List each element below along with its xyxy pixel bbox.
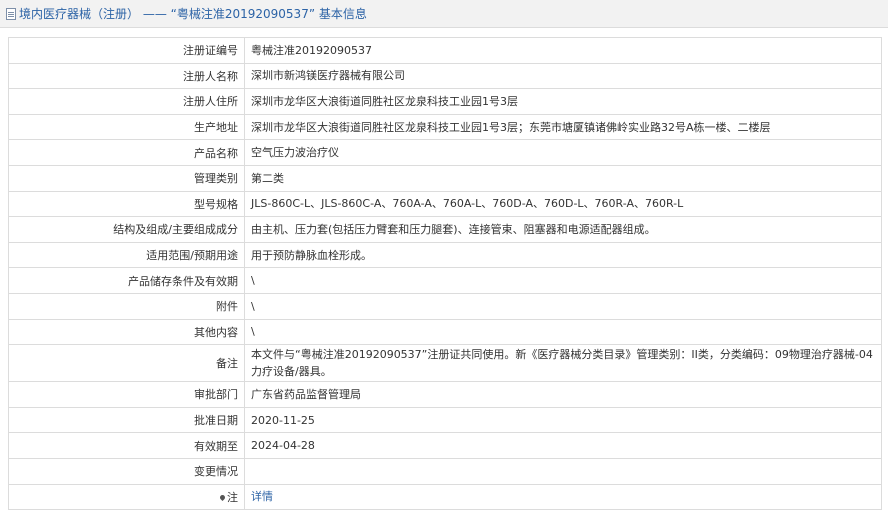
table-row: 产品储存条件及有效期 \ — [8, 267, 882, 294]
row-label: 审批部门 — [8, 381, 245, 408]
table-row: 其他内容 \ — [8, 318, 882, 346]
row-value: \ — [244, 292, 882, 320]
row-label: 变更情况 — [8, 457, 245, 485]
row-value: 空气压力波治疗仪 — [244, 139, 882, 166]
pin-icon — [218, 493, 227, 501]
row-label: 其他内容 — [8, 318, 245, 346]
row-label: 注册人住所 — [8, 88, 245, 115]
table-row: 产品名称 空气压力波治疗仪 — [8, 139, 882, 166]
row-value: 2024-04-28 — [244, 432, 882, 459]
row-value: 粤械注准20192090537 — [244, 37, 882, 64]
details-link[interactable]: 详情 — [251, 490, 273, 503]
row-value: 深圳市龙华区大浪街道同胜社区龙泉科技工业园1号3层；东莞市塘厦镇诸佛岭实业路32… — [244, 113, 882, 141]
detail-table: 注册证编号 粤械注准20192090537 注册人名称 深圳市新鸿镁医疗器械有限… — [8, 37, 882, 511]
table-row: 变更情况 — [8, 457, 882, 485]
row-label: 生产地址 — [8, 113, 245, 141]
table-row: 有效期至 2024-04-28 — [8, 432, 882, 459]
row-label: 批准日期 — [8, 406, 245, 434]
table-row: 审批部门 广东省药品监督管理局 — [8, 381, 882, 408]
row-value: JLS-860C-L、JLS-860C-A、760A-A、760A-L、760D… — [244, 190, 882, 218]
table-row: 注册人名称 深圳市新鸿镁医疗器械有限公司 — [8, 62, 882, 90]
row-value: 第二类 — [244, 164, 882, 192]
table-row: 型号规格 JLS-860C-L、JLS-860C-A、760A-A、760A-L… — [8, 190, 882, 218]
row-label: 注 — [8, 483, 245, 511]
row-value: 2020-11-25 — [244, 406, 882, 434]
row-label: 附件 — [8, 292, 245, 320]
row-label: 适用范围/预期用途 — [8, 241, 245, 269]
note-label: 注 — [227, 490, 238, 504]
row-value: 深圳市新鸿镁医疗器械有限公司 — [244, 62, 882, 90]
row-label: 备注 — [8, 344, 245, 383]
row-label: 管理类别 — [8, 164, 245, 192]
table-row: 结构及组成/主要组成成分 由主机、压力套(包括压力臂套和压力腿套)、连接管束、阻… — [8, 216, 882, 243]
row-value: 本文件与“粤械注准20192090537”注册证共同使用。新《医疗器械分类目录》… — [244, 344, 882, 383]
row-label: 型号规格 — [8, 190, 245, 218]
row-label: 产品储存条件及有效期 — [8, 267, 245, 294]
row-value — [244, 457, 882, 485]
table-row: 生产地址 深圳市龙华区大浪街道同胜社区龙泉科技工业园1号3层；东莞市塘厦镇诸佛岭… — [8, 113, 882, 141]
table-row: 适用范围/预期用途 用于预防静脉血栓形成。 — [8, 241, 882, 269]
row-label: 注册人名称 — [8, 62, 245, 90]
page-header: 境内医疗器械（注册） —— “粤械注准20192090537” 基本信息 — [0, 0, 888, 28]
table-row: 注 详情 — [8, 483, 882, 511]
row-value: 深圳市龙华区大浪街道同胜社区龙泉科技工业园1号3层 — [244, 88, 882, 115]
row-value: 由主机、压力套(包括压力臂套和压力腿套)、连接管束、阻塞器和电源适配器组成。 — [244, 216, 882, 243]
table-row: 附件 \ — [8, 292, 882, 320]
row-label: 注册证编号 — [8, 37, 245, 64]
table-row: 备注 本文件与“粤械注准20192090537”注册证共同使用。新《医疗器械分类… — [8, 344, 882, 383]
row-label: 结构及组成/主要组成成分 — [8, 216, 245, 243]
table-row: 批准日期 2020-11-25 — [8, 406, 882, 434]
page-title: 境内医疗器械（注册） —— “粤械注准20192090537” 基本信息 — [19, 7, 367, 21]
row-value: \ — [244, 267, 882, 294]
table-row: 注册证编号 粤械注准20192090537 — [8, 37, 882, 64]
row-value: 广东省药品监督管理局 — [244, 381, 882, 408]
row-label: 有效期至 — [8, 432, 245, 459]
row-value: \ — [244, 318, 882, 346]
row-label: 产品名称 — [8, 139, 245, 166]
row-value: 用于预防静脉血栓形成。 — [244, 241, 882, 269]
table-row: 注册人住所 深圳市龙华区大浪街道同胜社区龙泉科技工业园1号3层 — [8, 88, 882, 115]
document-icon — [6, 7, 16, 20]
table-row: 管理类别 第二类 — [8, 164, 882, 192]
row-value: 详情 — [244, 483, 882, 511]
